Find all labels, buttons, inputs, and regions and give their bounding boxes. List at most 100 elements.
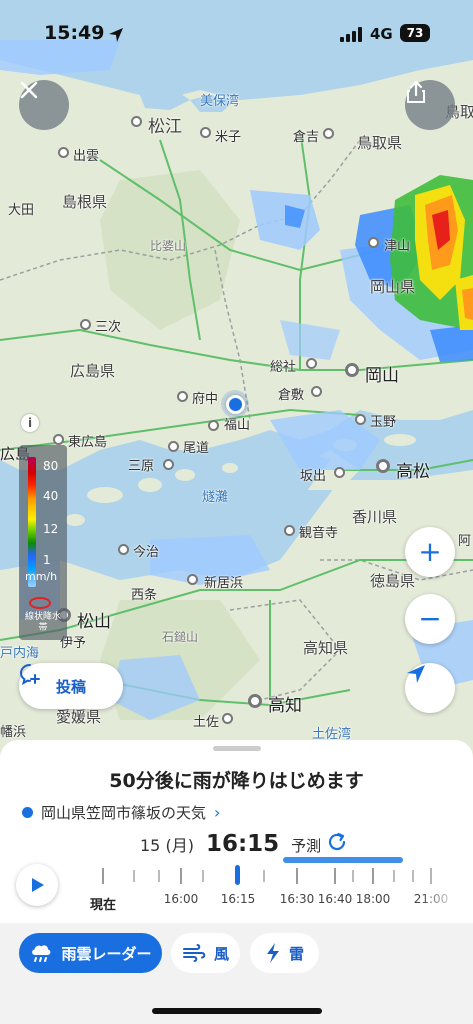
place-label: 府中 <box>192 392 219 407</box>
place-label: 高松 <box>396 462 430 482</box>
sheet-handle[interactable] <box>213 746 261 751</box>
place-label: 燧灘 <box>202 490 229 505</box>
place-label: 観音寺 <box>299 526 339 541</box>
time-slider[interactable]: 現在 16:00 16:15 16:30 16:40 18:00 21:00 <box>80 858 460 918</box>
place-label: 新居浜 <box>204 576 244 591</box>
city-marker <box>376 459 390 473</box>
city-marker <box>118 544 129 555</box>
post-button[interactable]: 投稿 <box>19 663 123 709</box>
place-label: 松江 <box>148 117 182 137</box>
place-label: 比婆山 <box>150 239 187 253</box>
tab-label: 雨雲レーダー <box>61 944 152 963</box>
tab-label: 風 <box>213 944 229 963</box>
city-marker <box>323 128 334 139</box>
timeline-label: 現在 <box>89 898 117 913</box>
place-label: 土佐 <box>193 715 220 730</box>
chevron-right-icon: › <box>214 803 221 822</box>
city-marker <box>306 358 317 369</box>
place-label: 総社 <box>270 360 297 375</box>
place-label: 玉野 <box>370 415 397 430</box>
timeline-tick <box>393 870 395 882</box>
place-label: 米子 <box>215 130 242 145</box>
place-label: 三次 <box>95 320 122 335</box>
city-marker <box>177 391 188 402</box>
signal-icon <box>340 27 364 42</box>
city-marker <box>58 147 69 158</box>
tab-label: 雷 <box>288 944 304 963</box>
timeline-tick <box>296 868 298 884</box>
play-button[interactable] <box>16 864 58 906</box>
rain-cloud-icon <box>32 945 51 962</box>
status-time: 15:49 <box>44 22 105 44</box>
place-label: 今治 <box>133 545 160 560</box>
place-label: 倉敷 <box>278 388 305 403</box>
location-link[interactable]: 岡山県笠岡市篠坂の天気 › <box>22 802 220 823</box>
zoom-in-button[interactable]: + <box>405 527 455 577</box>
status-bar: 15:49 4G 73 <box>0 0 473 60</box>
locate-button[interactable] <box>405 663 455 713</box>
tab-wind[interactable]: 風 <box>171 933 240 973</box>
city-marker <box>311 386 322 397</box>
radar-map[interactable]: 美保湾 松江 米子 倉吉 鳥取県 鳥取 出雲 大田 島根県 比婆山 津山 岡山県… <box>0 0 473 760</box>
legend-band-label: 線状降水帯 <box>25 612 62 633</box>
legend-value: 1 <box>43 553 51 567</box>
tab-lightning[interactable]: 雷 <box>250 933 319 973</box>
place-label: 出雲 <box>73 149 100 164</box>
city-marker <box>284 525 295 536</box>
wind-icon <box>182 944 206 962</box>
legend-unit: mm/h <box>25 570 58 583</box>
location-name: 岡山県笠岡市篠坂の天気 <box>41 804 207 822</box>
place-label: 倉吉 <box>293 130 320 145</box>
place-label: 徳島県 <box>370 572 416 590</box>
timeline-label: 16:40 <box>317 892 353 906</box>
city-marker <box>345 363 359 377</box>
place-label: 幡浜 <box>0 725 27 740</box>
minus-icon: − <box>418 602 442 635</box>
city-marker <box>368 237 379 248</box>
city-marker <box>355 414 366 425</box>
forecast-label: 予測 <box>291 837 322 855</box>
place-label: 石鎚山 <box>162 630 199 644</box>
plus-icon: + <box>418 535 442 568</box>
timeline-label: 16:30 <box>279 892 315 906</box>
city-marker <box>222 713 233 724</box>
legend-value: 40 <box>43 489 59 503</box>
share-button[interactable] <box>405 80 455 130</box>
info-icon[interactable]: i <box>21 414 39 432</box>
linear-rainband-icon <box>29 597 51 609</box>
location-arrow-icon <box>109 28 123 42</box>
place-label: 高知県 <box>303 639 349 657</box>
timeline-label: 16:00 <box>163 892 199 906</box>
timeline-tick <box>202 870 204 882</box>
location-dot-icon <box>22 807 33 818</box>
city-marker <box>248 694 262 708</box>
refresh-icon[interactable] <box>326 831 348 853</box>
city-marker <box>187 574 198 585</box>
timeline-tick <box>263 870 265 882</box>
city-marker <box>131 116 142 127</box>
close-button[interactable] <box>19 80 69 130</box>
place-label: 岡山県 <box>370 278 416 296</box>
city-marker <box>168 441 179 452</box>
legend-value: 12 <box>43 522 59 536</box>
current-location-marker <box>226 395 245 414</box>
place-label: 三原 <box>128 459 155 474</box>
legend-value: 80 <box>43 459 59 473</box>
rain-legend: 80 40 12 1 mm/h 線状降水帯 <box>19 445 67 640</box>
place-label: 岡山 <box>365 366 399 386</box>
timeline-cursor[interactable] <box>235 865 240 885</box>
timeline-label: 18:00 <box>355 892 391 906</box>
forecast-time: 15 (月) 16:15 予測 <box>140 831 321 857</box>
city-marker <box>200 127 211 138</box>
place-label: 坂出 <box>300 469 327 484</box>
tab-rain-radar[interactable]: 雨雲レーダー <box>19 933 162 973</box>
network-type: 4G <box>370 25 393 43</box>
city-marker <box>163 459 174 470</box>
legend-color-scale <box>28 457 36 587</box>
place-label: 大田 <box>8 203 35 218</box>
timeline-fade <box>420 858 460 918</box>
place-label: 福山 <box>224 418 251 433</box>
place-label: 西条 <box>131 588 158 603</box>
place-label: 尾道 <box>183 441 210 456</box>
zoom-out-button[interactable]: − <box>405 594 455 644</box>
